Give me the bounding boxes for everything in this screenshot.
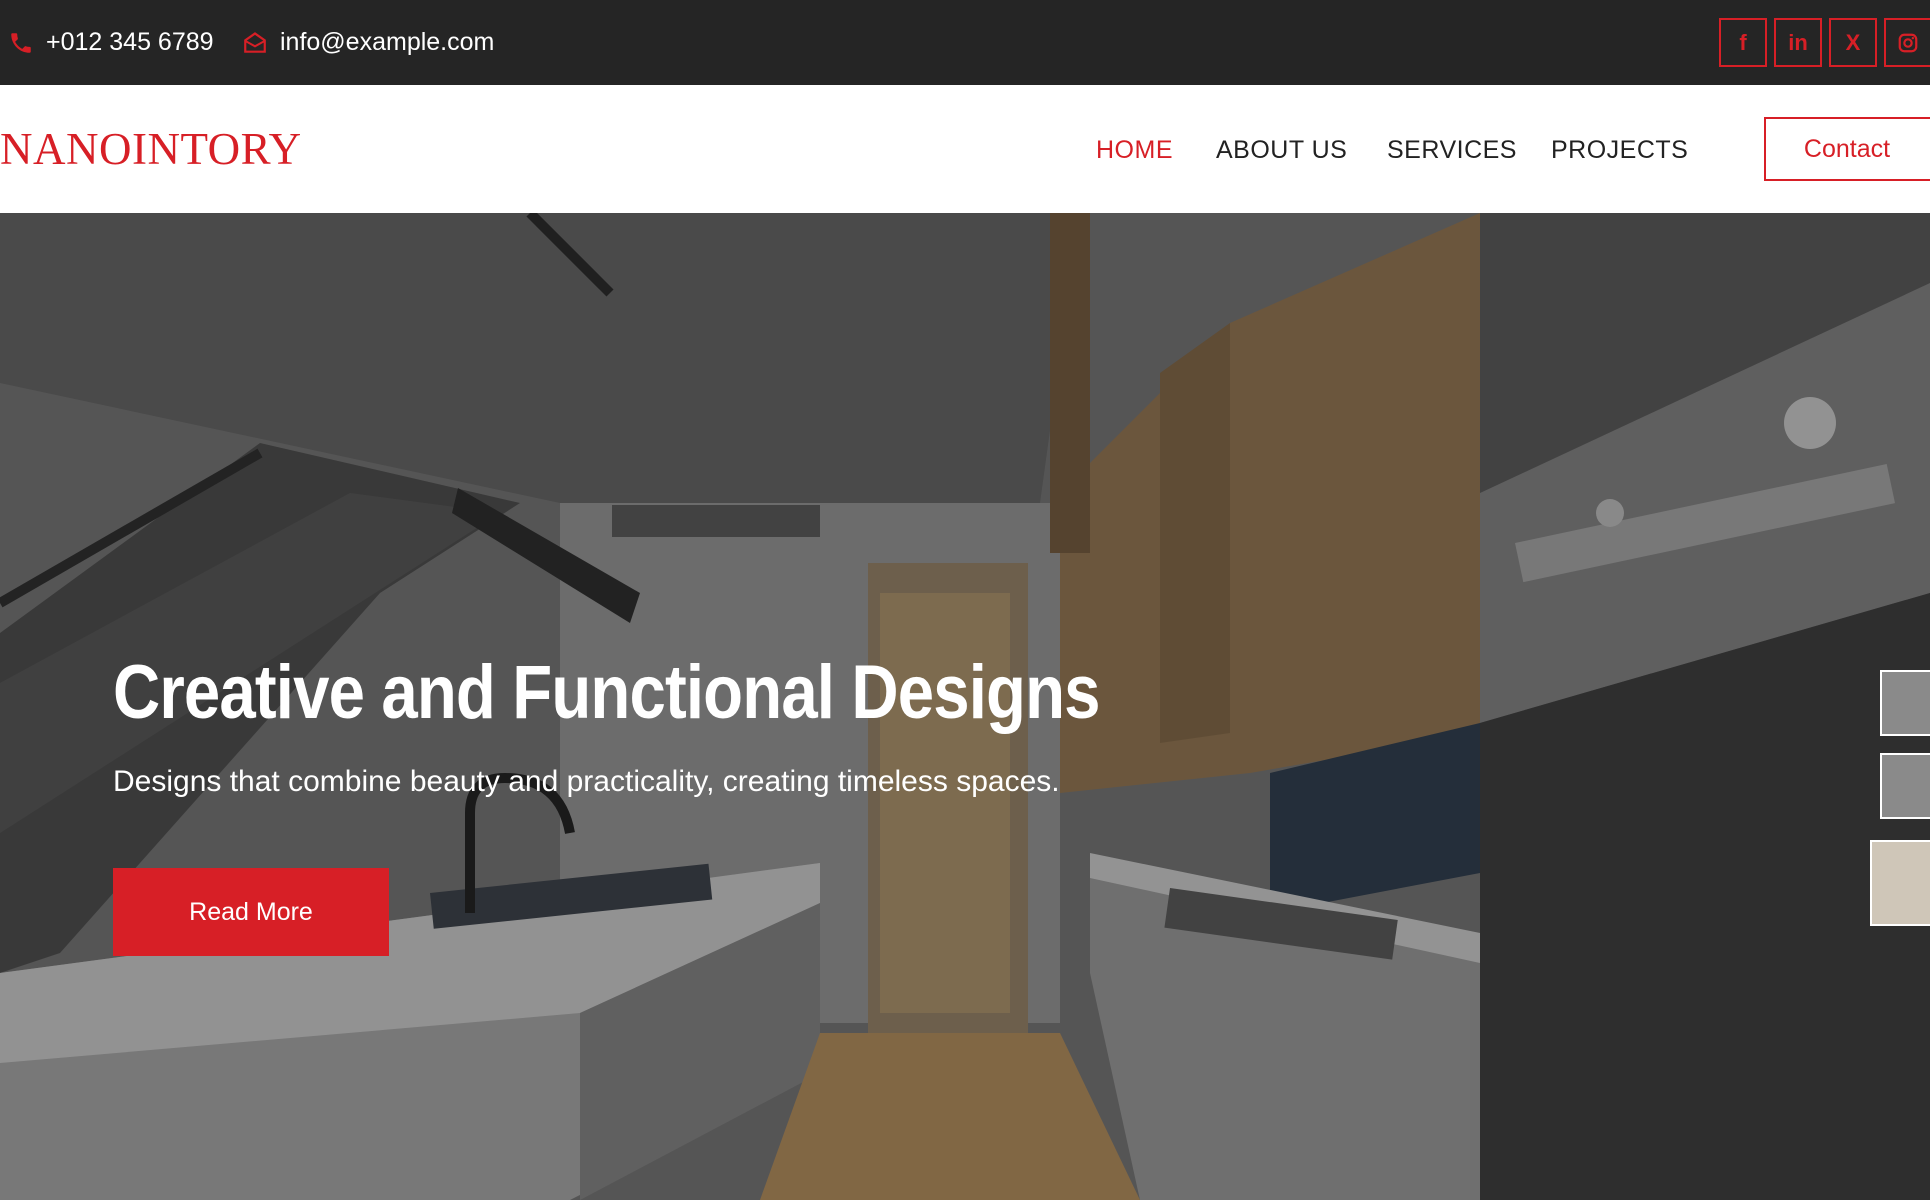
brand-logo[interactable]: NANOINTORY [0,123,302,175]
x-icon: X [1845,29,1861,55]
nav-home[interactable]: HOME [1096,136,1173,165]
carousel-thumbnail[interactable] [1880,753,1930,819]
linkedin-icon: in [1788,29,1808,55]
instagram-icon [1898,33,1918,52]
contact-button[interactable]: Contact [1764,117,1930,181]
carousel-thumbnail[interactable] [1870,840,1930,926]
linkedin-button[interactable]: in [1774,18,1822,67]
phone-contact[interactable]: +012 345 6789 [8,0,214,85]
email-contact[interactable]: info@example.com [242,0,494,85]
facebook-icon: f [1739,29,1747,55]
x-button[interactable]: X [1829,18,1877,67]
top-bar: +012 345 6789 info@example.com f in X [0,0,1930,85]
hero-section: Creative and Functional Designs Designs … [0,213,1930,1200]
carousel-thumbnail[interactable] [1880,670,1930,736]
nav-projects[interactable]: PROJECTS [1551,136,1688,165]
email-address: info@example.com [280,28,495,56]
envelope-icon [244,31,266,53]
phone-icon [11,32,31,53]
facebook-button[interactable]: f [1719,18,1767,67]
social-links: f in X [1719,18,1930,67]
main-navbar: NANOINTORY HOME ABOUT US SERVICES PROJEC… [0,85,1930,213]
instagram-button[interactable] [1884,18,1930,67]
phone-number: +012 345 6789 [46,28,214,56]
hero-title: Creative and Functional Designs [113,650,1101,735]
nav-services[interactable]: SERVICES [1387,136,1517,165]
nav-about-us[interactable]: ABOUT US [1216,136,1347,165]
hero-subtitle: Designs that combine beauty and practica… [113,765,1060,798]
read-more-button[interactable]: Read More [113,868,389,956]
